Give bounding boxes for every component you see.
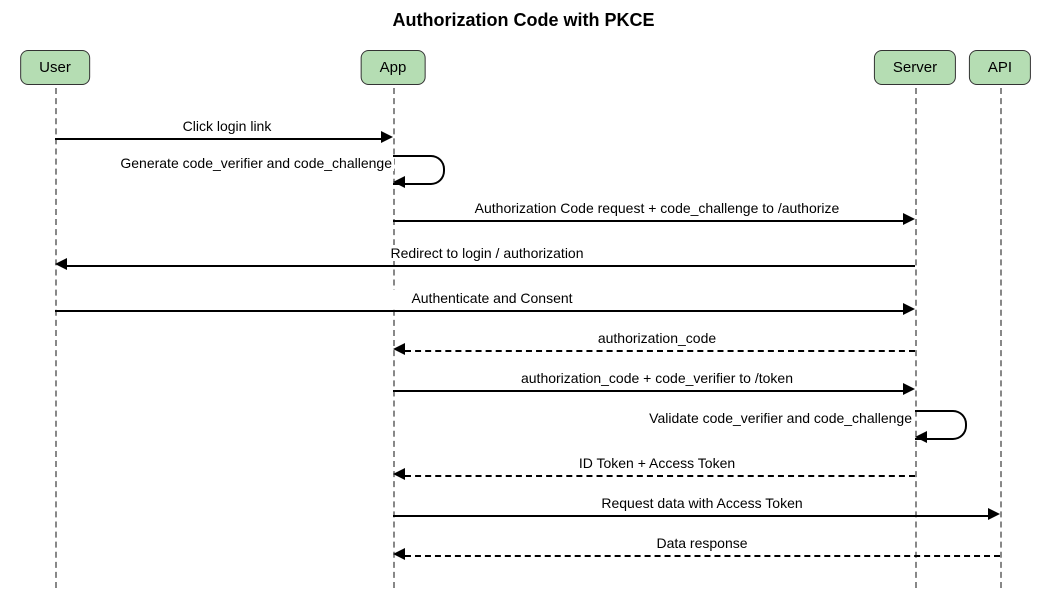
msg-data-response: Data response <box>630 535 774 551</box>
arrow-line <box>393 390 903 392</box>
arrowhead-icon <box>915 431 927 443</box>
arrowhead-icon <box>903 383 915 395</box>
msg-validate: Validate code_verifier and code_challeng… <box>580 410 914 426</box>
msg-token-request: authorization_code + code_verifier to /t… <box>480 370 834 386</box>
actor-api: API <box>969 50 1031 85</box>
sequence-diagram: Authorization Code with PKCE User App Se… <box>0 0 1047 594</box>
arrowhead-icon <box>393 343 405 355</box>
arrowhead-icon <box>381 131 393 143</box>
arrow-line <box>393 220 903 222</box>
arrowhead-icon <box>988 508 1000 520</box>
msg-tokens: ID Token + Access Token <box>555 455 759 471</box>
actor-user: User <box>20 50 90 85</box>
msg-request-data: Request data with Access Token <box>570 495 834 511</box>
lifeline-user <box>55 88 57 588</box>
msg-click-login: Click login link <box>150 118 304 134</box>
arrow-line <box>405 555 1000 557</box>
arrowhead-icon <box>903 303 915 315</box>
arrow-line <box>393 515 988 517</box>
actor-app: App <box>361 50 426 85</box>
msg-generate-codes: Generate code_verifier and code_challeng… <box>60 155 394 171</box>
arrow-line <box>55 138 381 140</box>
arrowhead-icon <box>393 468 405 480</box>
arrow-line <box>67 265 915 267</box>
arrowhead-icon <box>55 258 67 270</box>
msg-auth-code: authorization_code <box>560 330 754 346</box>
lifeline-server <box>915 88 917 588</box>
actor-server: Server <box>874 50 956 85</box>
msg-redirect-login: Redirect to login / authorization <box>355 245 619 261</box>
arrow-line <box>55 310 903 312</box>
msg-auth-request: Authorization Code request + code_challe… <box>440 200 874 216</box>
arrowhead-icon <box>393 548 405 560</box>
arrowhead-icon <box>903 213 915 225</box>
msg-authenticate: Authenticate and Consent <box>390 290 594 306</box>
lifeline-api <box>1000 88 1002 588</box>
arrowhead-icon <box>393 176 405 188</box>
arrow-line <box>405 350 915 352</box>
arrow-line <box>405 475 915 477</box>
diagram-title: Authorization Code with PKCE <box>0 10 1047 31</box>
